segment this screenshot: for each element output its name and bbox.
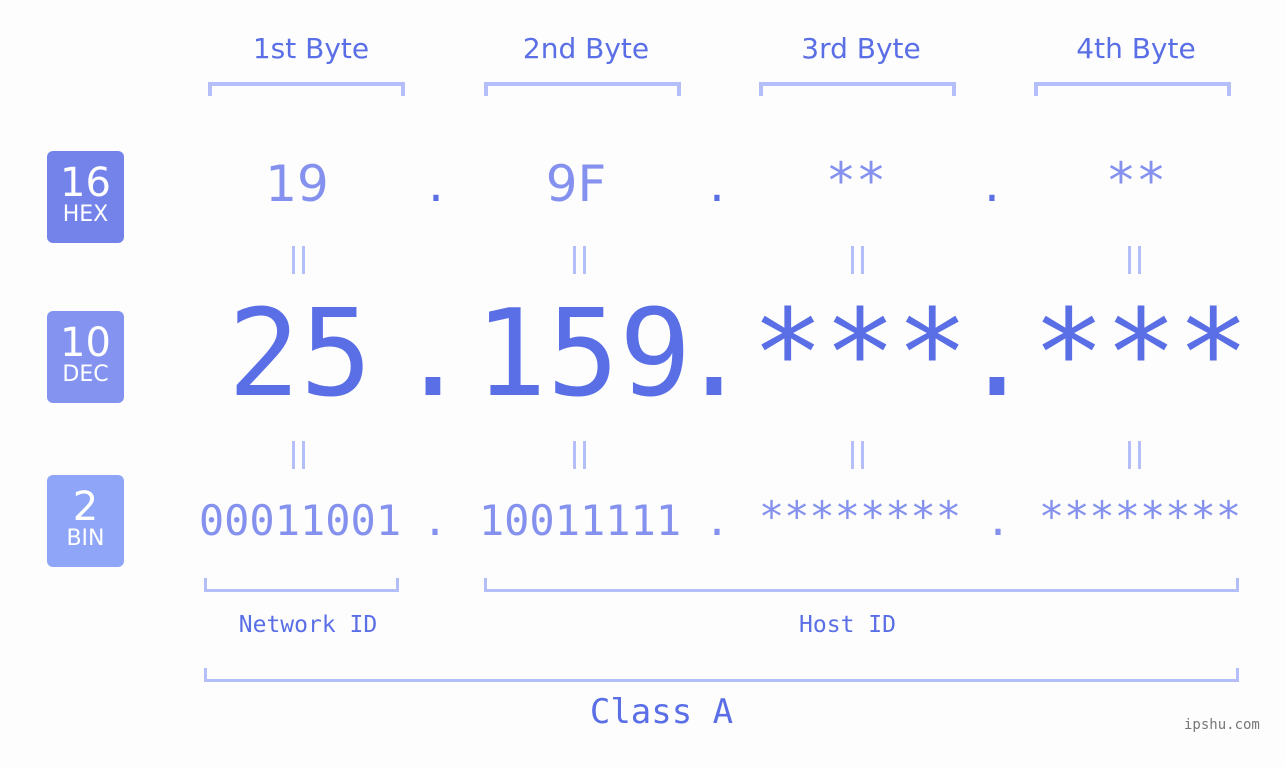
dec-separator-3: . xyxy=(960,285,1034,424)
dec-badge: 10 DEC xyxy=(47,311,124,403)
host-id-label: Host ID xyxy=(799,612,896,638)
bin-badge: 2 BIN xyxy=(47,475,124,567)
dec-base: 10 xyxy=(60,320,111,366)
bin-separator-3: . xyxy=(985,496,1011,545)
equals-icon xyxy=(571,246,591,274)
hex-separator-1: . xyxy=(428,155,444,213)
hex-base: 16 xyxy=(60,160,111,206)
network-id-bracket xyxy=(204,578,399,592)
byte-bracket-4 xyxy=(1034,82,1231,96)
byte-label-1: 1st Byte xyxy=(252,32,370,65)
byte-bracket-3 xyxy=(759,82,956,96)
equals-icon xyxy=(290,441,310,469)
bin-base: 2 xyxy=(72,484,99,530)
byte-bracket-2 xyxy=(484,82,681,96)
hex-separator-3: . xyxy=(984,155,1000,213)
equals-icon xyxy=(1126,441,1146,469)
class-label: Class A xyxy=(589,692,734,732)
bin-separator-1: . xyxy=(422,496,448,545)
dec-separator-1: . xyxy=(396,285,470,424)
class-bracket xyxy=(204,668,1239,682)
dec-separator-2: . xyxy=(677,285,751,424)
bin-separator-2: . xyxy=(704,496,730,545)
network-id-label: Network ID xyxy=(238,612,378,638)
equals-icon xyxy=(849,441,869,469)
equals-icon xyxy=(571,441,591,469)
equals-icon xyxy=(1126,246,1146,274)
byte-label-4: 4th Byte xyxy=(1076,32,1196,65)
watermark: ipshu.com xyxy=(1184,717,1260,733)
byte-bracket-1 xyxy=(208,82,405,96)
hex-separator-2: . xyxy=(709,155,725,213)
hex-label: HEX xyxy=(62,202,109,227)
equals-icon xyxy=(290,246,310,274)
equals-icon xyxy=(849,246,869,274)
bin-label: BIN xyxy=(66,526,105,551)
host-id-bracket xyxy=(484,578,1239,592)
byte-label-2: 2nd Byte xyxy=(522,32,650,65)
hex-badge: 16 HEX xyxy=(47,151,124,243)
byte-label-3: 3rd Byte xyxy=(801,32,921,65)
dec-label: DEC xyxy=(62,362,109,387)
